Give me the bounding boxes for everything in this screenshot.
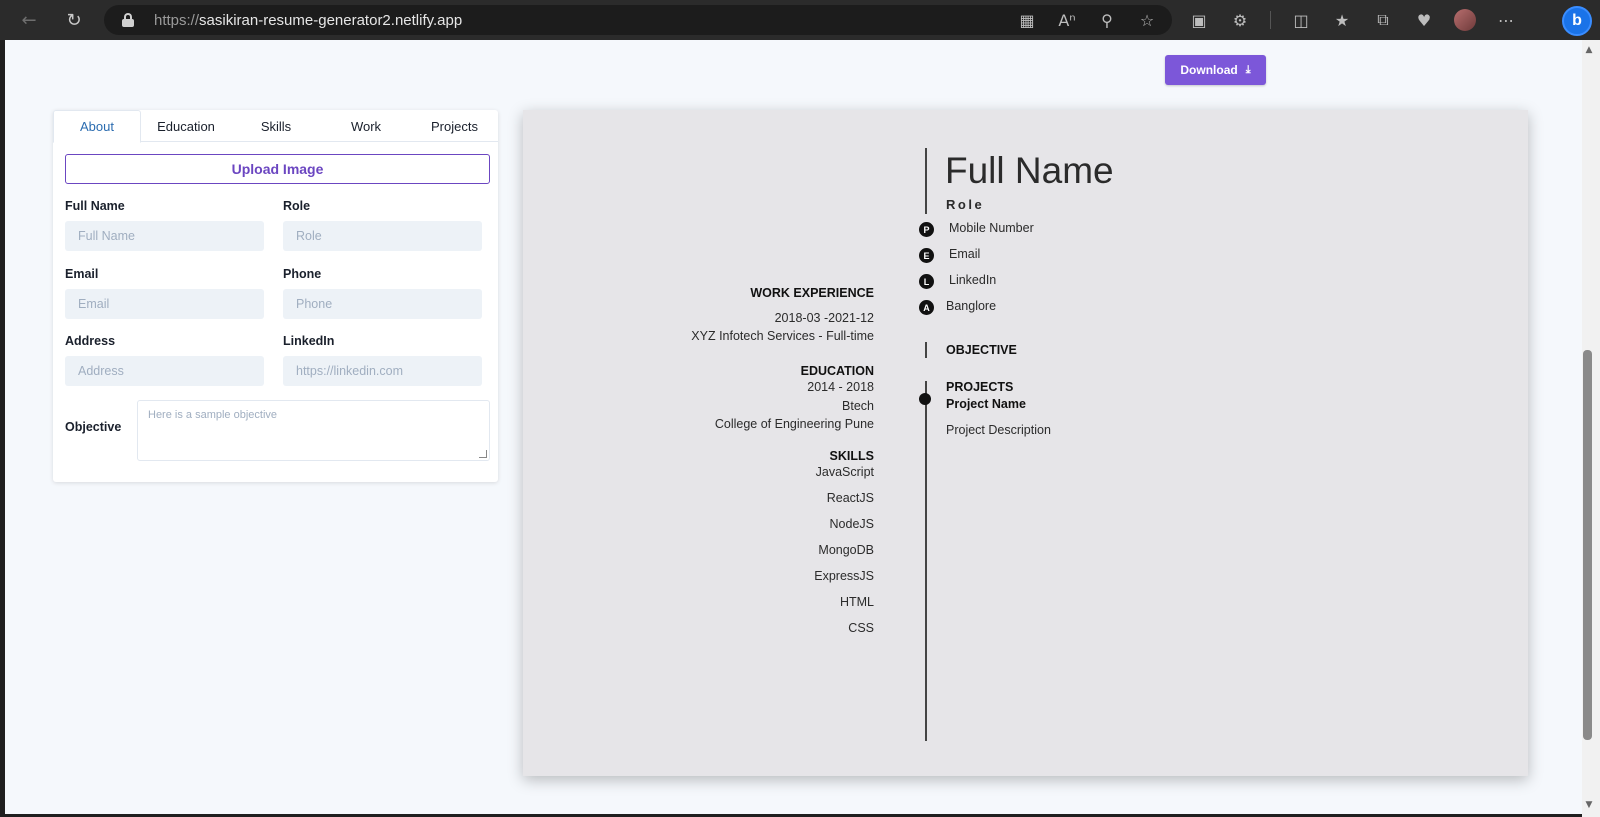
objective-placeholder: Here is a sample objective <box>148 409 278 421</box>
bing-copilot-icon[interactable]: b <box>1562 6 1592 36</box>
role-input[interactable]: Role <box>283 221 482 251</box>
collections-icon[interactable]: ⧉ <box>1372 10 1394 30</box>
skill-item: NodeJS <box>829 517 874 531</box>
phone-label: Phone <box>283 267 322 281</box>
toolbar-divider <box>1270 11 1271 29</box>
tab-skills[interactable]: Skills <box>231 110 321 142</box>
email-input[interactable]: Email <box>65 289 264 319</box>
resume-name: Full Name <box>945 150 1114 191</box>
contact-email: Email <box>949 247 981 261</box>
linkedin-input[interactable]: https://linkedin.com <box>283 356 482 386</box>
education-heading: EDUCATION <box>800 364 874 378</box>
scroll-down-arrow-icon[interactable]: ▼ <box>1583 800 1595 810</box>
full-name-label: Full Name <box>65 199 125 213</box>
education-degree: Btech <box>842 399 874 413</box>
full-name-input[interactable]: Full Name <box>65 221 264 251</box>
favorites-icon[interactable]: ★ <box>1331 11 1353 30</box>
health-icon[interactable]: ♥ <box>1413 11 1435 30</box>
phone-badge-icon: P <box>919 222 934 237</box>
skill-item: ReactJS <box>826 491 874 505</box>
address-badge-icon: A <box>919 300 934 315</box>
extensions-icon[interactable]: ⚙ <box>1229 11 1251 30</box>
scrollbar-thumb[interactable] <box>1583 350 1592 740</box>
download-button[interactable]: Download ⤓ <box>1165 55 1266 85</box>
profile-avatar[interactable] <box>1454 9 1476 31</box>
address-input[interactable]: Address <box>65 356 264 386</box>
skill-item: MongoDB <box>818 543 874 557</box>
split-screen-icon[interactable]: ◫ <box>1290 11 1312 30</box>
linkedin-label: LinkedIn <box>283 334 335 348</box>
browser-toolbar: ← ↻ https://sasikiran-resume-generator2.… <box>0 0 1600 40</box>
tab-preview-icon[interactable]: ▣ <box>1188 11 1210 30</box>
page-content: Download ⤓ About Education Skills Work P… <box>5 40 1582 814</box>
contact-phone: Mobile Number <box>949 221 1034 235</box>
apps-icon[interactable]: ▦ <box>1016 11 1038 30</box>
phone-input[interactable]: Phone <box>283 289 482 319</box>
address-bar[interactable]: https://sasikiran-resume-generator2.netl… <box>104 5 1172 35</box>
timeline-line <box>925 381 927 741</box>
work-company: XYZ Infotech Services - Full-time <box>691 329 874 343</box>
url-text[interactable]: https://sasikiran-resume-generator2.netl… <box>154 12 462 29</box>
form-tabs: About Education Skills Work Projects <box>53 110 498 143</box>
timeline-line <box>925 148 927 214</box>
contact-address: Banglore <box>946 299 997 313</box>
objective-textarea[interactable]: Here is a sample objective <box>137 400 490 461</box>
reload-icon[interactable]: ↻ <box>58 4 90 36</box>
download-label: Download <box>1180 63 1238 77</box>
scroll-up-arrow-icon[interactable]: ▲ <box>1583 45 1595 55</box>
objective-heading: OBJECTIVE <box>946 343 1017 357</box>
address-label: Address <box>65 334 116 348</box>
email-label: Email <box>65 267 99 281</box>
download-icon: ⤓ <box>1245 63 1251 76</box>
resize-handle-icon[interactable] <box>479 450 487 458</box>
work-period: 2018-03 -2021-12 <box>774 311 874 325</box>
back-arrow-icon[interactable]: ← <box>13 4 45 36</box>
timeline-dot <box>919 393 931 405</box>
skill-item: HTML <box>839 595 874 609</box>
upload-image-button[interactable]: Upload Image <box>65 154 490 184</box>
projects-heading: PROJECTS <box>946 380 1014 394</box>
more-menu-icon[interactable]: ⋯ <box>1495 11 1517 30</box>
read-aloud-icon[interactable]: Aⁿ <box>1056 11 1078 30</box>
role-label: Role <box>283 199 311 213</box>
skills-heading: SKILLS <box>829 449 874 463</box>
tab-work[interactable]: Work <box>321 110 411 142</box>
favorite-star-icon[interactable]: ☆ <box>1136 11 1158 30</box>
work-heading: WORK EXPERIENCE <box>750 286 874 300</box>
tab-about[interactable]: About <box>53 110 141 143</box>
tab-projects[interactable]: Projects <box>411 110 498 142</box>
education-college: College of Engineering Pune <box>714 417 874 431</box>
timeline-line <box>925 342 927 358</box>
education-period: 2014 - 2018 <box>807 380 874 394</box>
email-badge-icon: E <box>919 248 934 263</box>
project-name: Project Name <box>946 397 1026 411</box>
resume-role: Role <box>946 197 985 212</box>
contact-linkedin: LinkedIn <box>949 273 997 287</box>
skill-item: ExpressJS <box>814 569 874 583</box>
lock-icon[interactable] <box>122 13 134 27</box>
resume-preview: Full Name Role P Mobile Number E Email L… <box>523 110 1528 776</box>
tab-education[interactable]: Education <box>141 110 231 142</box>
skill-item: CSS <box>848 621 874 635</box>
skill-item: JavaScript <box>815 465 874 479</box>
objective-label: Objective <box>65 420 122 434</box>
zoom-icon[interactable]: ⚲ <box>1096 11 1118 30</box>
linkedin-badge-icon: L <box>919 274 934 289</box>
resume-form-card: About Education Skills Work Projects Upl… <box>53 110 498 482</box>
project-description: Project Description <box>946 423 1051 437</box>
